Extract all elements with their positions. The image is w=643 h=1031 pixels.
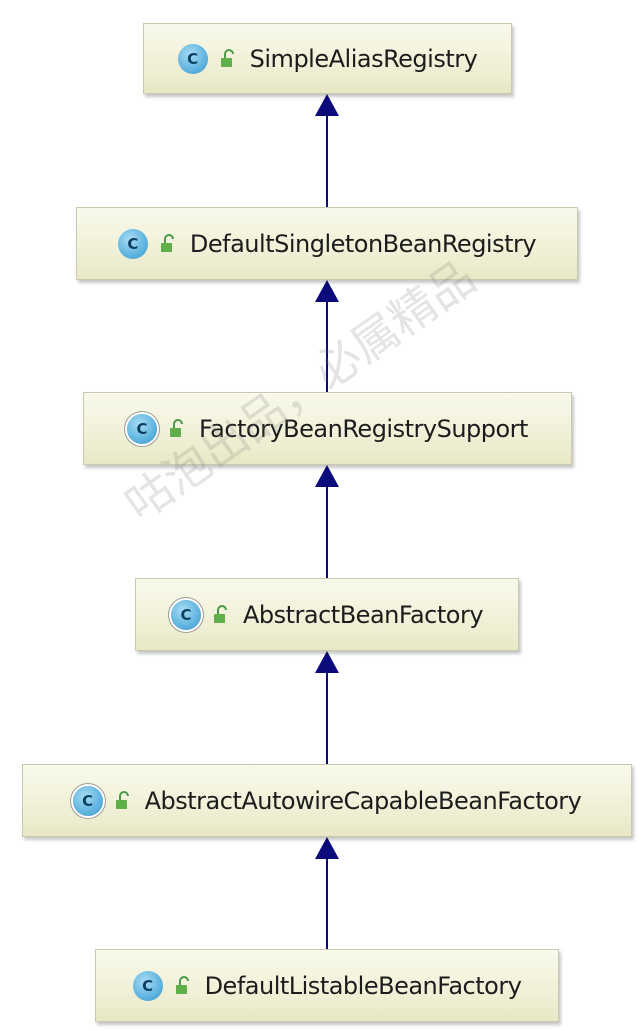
public-lock-icon xyxy=(220,48,234,67)
public-lock-icon xyxy=(170,418,184,437)
class-icon: C xyxy=(132,970,163,1001)
abstract-class-icon: C xyxy=(72,785,103,816)
inheritance-arrow-2 xyxy=(315,280,339,392)
class-node-abstract-bean-factory[interactable]: C AbstractBeanFactory xyxy=(135,578,519,651)
inheritance-arrow-1 xyxy=(315,94,339,207)
class-name: DefaultSingletonBeanRegistry xyxy=(189,229,537,258)
inheritance-arrow-5 xyxy=(315,837,339,949)
public-lock-icon xyxy=(160,233,174,252)
class-node-simple-alias-registry[interactable]: C SimpleAliasRegistry xyxy=(143,23,512,94)
inheritance-arrow-4 xyxy=(315,651,339,764)
public-lock-icon xyxy=(175,975,189,994)
abstract-class-icon: C xyxy=(170,599,201,630)
abstract-class-icon: C xyxy=(127,413,158,444)
class-node-default-singleton-bean-registry[interactable]: C DefaultSingletonBeanRegistry xyxy=(76,207,578,280)
class-name: FactoryBeanRegistrySupport xyxy=(199,414,528,443)
inheritance-arrow-3 xyxy=(315,465,339,578)
class-name: SimpleAliasRegistry xyxy=(249,44,478,73)
class-icon: C xyxy=(117,228,148,259)
inheritance-arrows xyxy=(315,94,339,949)
class-node-default-listable-bean-factory[interactable]: C DefaultListableBeanFactory xyxy=(95,949,559,1022)
class-name: DefaultListableBeanFactory xyxy=(204,971,522,1000)
class-node-factory-bean-registry-support[interactable]: C FactoryBeanRegistrySupport xyxy=(83,392,572,465)
public-lock-icon xyxy=(115,790,129,809)
public-lock-icon xyxy=(213,604,227,623)
class-icon: C xyxy=(177,43,208,74)
class-name: AbstractAutowireCapableBeanFactory xyxy=(144,786,582,815)
class-name: AbstractBeanFactory xyxy=(242,600,484,629)
class-node-abstract-autowire-capable-bean-factory[interactable]: C AbstractAutowireCapableBeanFactory xyxy=(22,764,632,837)
